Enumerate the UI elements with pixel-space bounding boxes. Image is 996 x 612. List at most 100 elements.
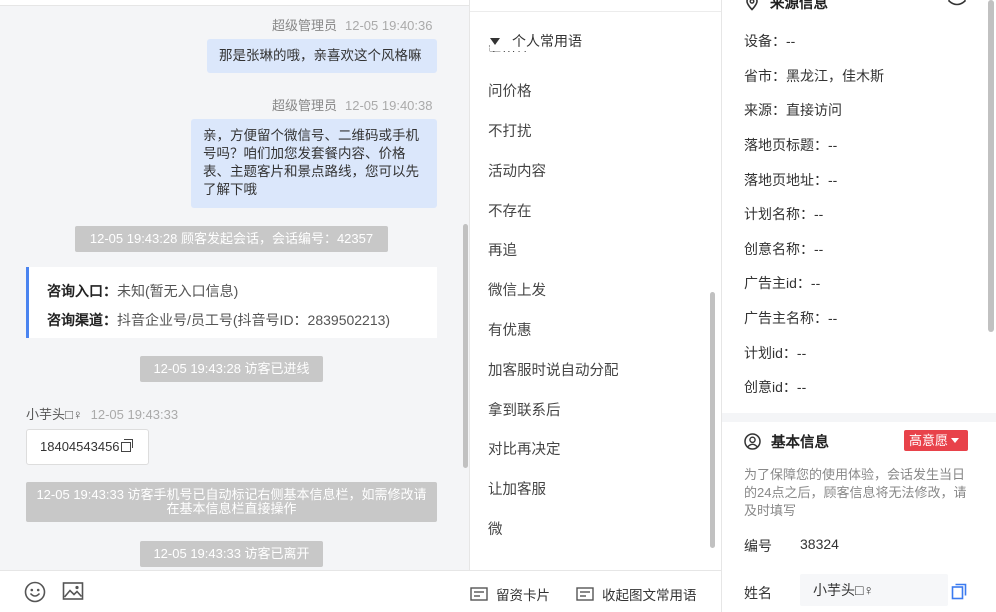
consult-info-card: 咨询入口：未知(暂无入口信息) 咨询渠道：抖音企业号/员工号(抖音号ID：283… bbox=[26, 267, 437, 338]
field-label: 计划id： bbox=[744, 345, 797, 361]
field-label: 落地页标题： bbox=[744, 137, 828, 153]
source-row-advertiser-name: 广告主名称：-- bbox=[744, 308, 837, 328]
phrase-item[interactable]: 微 bbox=[488, 518, 503, 539]
phrase-item[interactable]: 有优惠 bbox=[488, 319, 532, 340]
source-info-header: 来源信息 bbox=[744, 0, 828, 13]
phrase-group-title: 个人常用语 bbox=[512, 33, 582, 49]
sender-name: 超级管理员 bbox=[272, 18, 338, 33]
field-value: -- bbox=[828, 310, 838, 326]
agent-message-bubble: 亲，方便留个微信号、二维码或手机号吗？咱们加您发套餐内容、价格表、主题客片和景点… bbox=[191, 119, 437, 208]
composer-toolbar: 留资卡片 收起图文常用语 bbox=[0, 570, 722, 612]
field-value: -- bbox=[810, 275, 821, 291]
source-row-creative-name: 创意名称：-- bbox=[744, 239, 823, 259]
collapse-phrases-label: 收起图文常用语 bbox=[602, 588, 697, 603]
source-row-plan-id: 计划id：-- bbox=[744, 343, 806, 363]
image-icon[interactable] bbox=[62, 580, 84, 602]
info-scrollbar[interactable] bbox=[988, 0, 994, 332]
visitor-message-bubble[interactable]: 18404543456 bbox=[26, 429, 149, 465]
caret-down-icon bbox=[951, 438, 960, 443]
consult-channel-label: 咨询渠道： bbox=[47, 312, 117, 328]
id-value: 38324 bbox=[800, 536, 839, 552]
source-row-city: 省市：黑龙江，佳木斯 bbox=[744, 66, 884, 86]
basic-info-header: 基本信息 bbox=[744, 431, 829, 452]
phrase-item[interactable]: 不打扰 bbox=[488, 120, 532, 141]
card-icon bbox=[576, 587, 594, 601]
field-value: -- bbox=[828, 137, 838, 153]
message-time: 12-05 19:43:33 bbox=[90, 407, 179, 422]
edit-icon[interactable] bbox=[948, 0, 966, 8]
name-field[interactable]: 小芋头□♀ bbox=[800, 574, 948, 606]
message-time: 12-05 19:40:38 bbox=[345, 98, 433, 113]
intent-level-label: 高意愿 bbox=[909, 433, 949, 448]
lead-card-button[interactable]: 留资卡片 bbox=[470, 584, 550, 604]
field-label: 来源： bbox=[744, 102, 786, 118]
source-row-plan-name: 计划名称：-- bbox=[744, 204, 823, 224]
phrase-item[interactable]: 再追 bbox=[488, 239, 517, 260]
intent-level-dropdown[interactable]: 高意愿 bbox=[904, 430, 968, 451]
consult-entry-label: 咨询入口： bbox=[47, 283, 117, 299]
phrase-item[interactable]: 不存在 bbox=[488, 200, 532, 221]
collapse-phrases-button[interactable]: 收起图文常用语 bbox=[576, 584, 697, 604]
field-label: 广告主id： bbox=[744, 275, 811, 291]
divider bbox=[470, 11, 721, 12]
section-divider bbox=[722, 413, 996, 422]
consult-channel-row: 咨询渠道：抖音企业号/员工号(抖音号ID：2839502213) bbox=[47, 306, 437, 335]
field-value: -- bbox=[814, 241, 824, 257]
chat-scrollbar[interactable] bbox=[463, 224, 468, 468]
copy-icon[interactable] bbox=[951, 583, 967, 600]
copy-icon[interactable] bbox=[120, 439, 133, 452]
consult-channel-value: 抖音企业号/员工号(抖音号ID：2839502213) bbox=[117, 312, 391, 328]
field-value: 黑龙江，佳木斯 bbox=[786, 68, 884, 84]
sender-name: 超级管理员 bbox=[272, 98, 338, 113]
name-value: 小芋头□♀ bbox=[813, 582, 874, 598]
message-meta: 小芋头□♀ 12-05 19:43:33 bbox=[26, 404, 178, 423]
source-row-creative-id: 创意id：-- bbox=[744, 377, 806, 397]
system-notice: 12-05 19:43:28 顾客发起会话，会话编号：42357 bbox=[75, 226, 388, 252]
phrases-scrollbar[interactable] bbox=[710, 292, 715, 548]
caret-down-icon bbox=[490, 37, 500, 45]
smile-icon[interactable] bbox=[24, 581, 46, 603]
card-icon bbox=[470, 587, 488, 601]
visitor-name: 小芋头□♀ bbox=[26, 407, 83, 422]
source-row-device: 设备：-- bbox=[744, 31, 795, 51]
phrase-group-header[interactable]: 个人常用语 bbox=[490, 31, 582, 51]
consult-entry-row: 咨询入口：未知(暂无入口信息) bbox=[47, 277, 437, 306]
field-value: -- bbox=[796, 379, 807, 395]
field-label: 设备： bbox=[744, 33, 786, 49]
phrases-panel: 要电话 个人常用语 问价格 不打扰 活动内容 不存在 再追 微信上发 有优惠 加… bbox=[469, 0, 721, 570]
consult-entry-value: 未知(暂无入口信息) bbox=[117, 283, 239, 299]
source-row-landing-url: 落地页地址：-- bbox=[744, 170, 837, 190]
source-row-advertiser-id: 广告主id：-- bbox=[744, 273, 820, 293]
field-value: -- bbox=[796, 345, 807, 361]
id-label: 编号 bbox=[744, 538, 772, 554]
name-label: 姓名 bbox=[744, 585, 772, 601]
field-value: 直接访问 bbox=[786, 102, 842, 118]
customer-info-panel: 来源信息 设备：-- 省市：黑龙江，佳木斯 来源：直接访问 落地页标题：-- 落… bbox=[721, 0, 996, 612]
phrase-item[interactable]: 问价格 bbox=[488, 80, 532, 101]
message-time: 12-05 19:40:36 bbox=[345, 18, 433, 33]
agent-message-bubble: 那是张琳的哦，亲喜欢这个风格嘛 bbox=[207, 39, 437, 73]
phrase-item[interactable]: 对比再决定 bbox=[488, 438, 561, 459]
field-value: -- bbox=[814, 206, 824, 222]
message-meta: 超级管理员 12-05 19:40:36 bbox=[272, 15, 432, 34]
field-label: 落地页地址： bbox=[744, 172, 828, 188]
lead-card-label: 留资卡片 bbox=[496, 588, 550, 603]
phrase-item[interactable]: 让加客服 bbox=[488, 478, 546, 499]
user-circle-icon bbox=[744, 433, 761, 450]
field-value: -- bbox=[828, 172, 838, 188]
source-row-landing-title: 落地页标题：-- bbox=[744, 135, 837, 155]
basic-info-title: 基本信息 bbox=[771, 435, 829, 451]
visitor-message-text: 18404543456 bbox=[40, 439, 120, 454]
phrase-item[interactable]: 加客服时说自动分配 bbox=[488, 359, 619, 380]
chat-panel: 超级管理员 12-05 19:40:36 那是张琳的哦，亲喜欢这个风格嘛 超级管理… bbox=[0, 0, 469, 612]
system-notice: 12-05 19:43:28 访客已进线 bbox=[140, 356, 323, 382]
field-label: 省市： bbox=[744, 68, 786, 84]
source-info-title: 来源信息 bbox=[770, 0, 828, 12]
field-value: -- bbox=[786, 33, 796, 49]
phrase-item[interactable]: 活动内容 bbox=[488, 160, 546, 181]
field-label: 计划名称： bbox=[744, 206, 814, 222]
edit-deadline-notice: 为了保障您的使用体验，会话发生当日的24点之后，顾客信息将无法修改，请及时填写 bbox=[744, 467, 967, 518]
system-notice: 12-05 19:43:33 访客手机号已自动标记右侧基本信息栏，如需修改请在基… bbox=[26, 482, 437, 522]
phrase-item[interactable]: 微信上发 bbox=[488, 279, 546, 300]
phrase-item[interactable]: 拿到联系后 bbox=[488, 399, 561, 420]
